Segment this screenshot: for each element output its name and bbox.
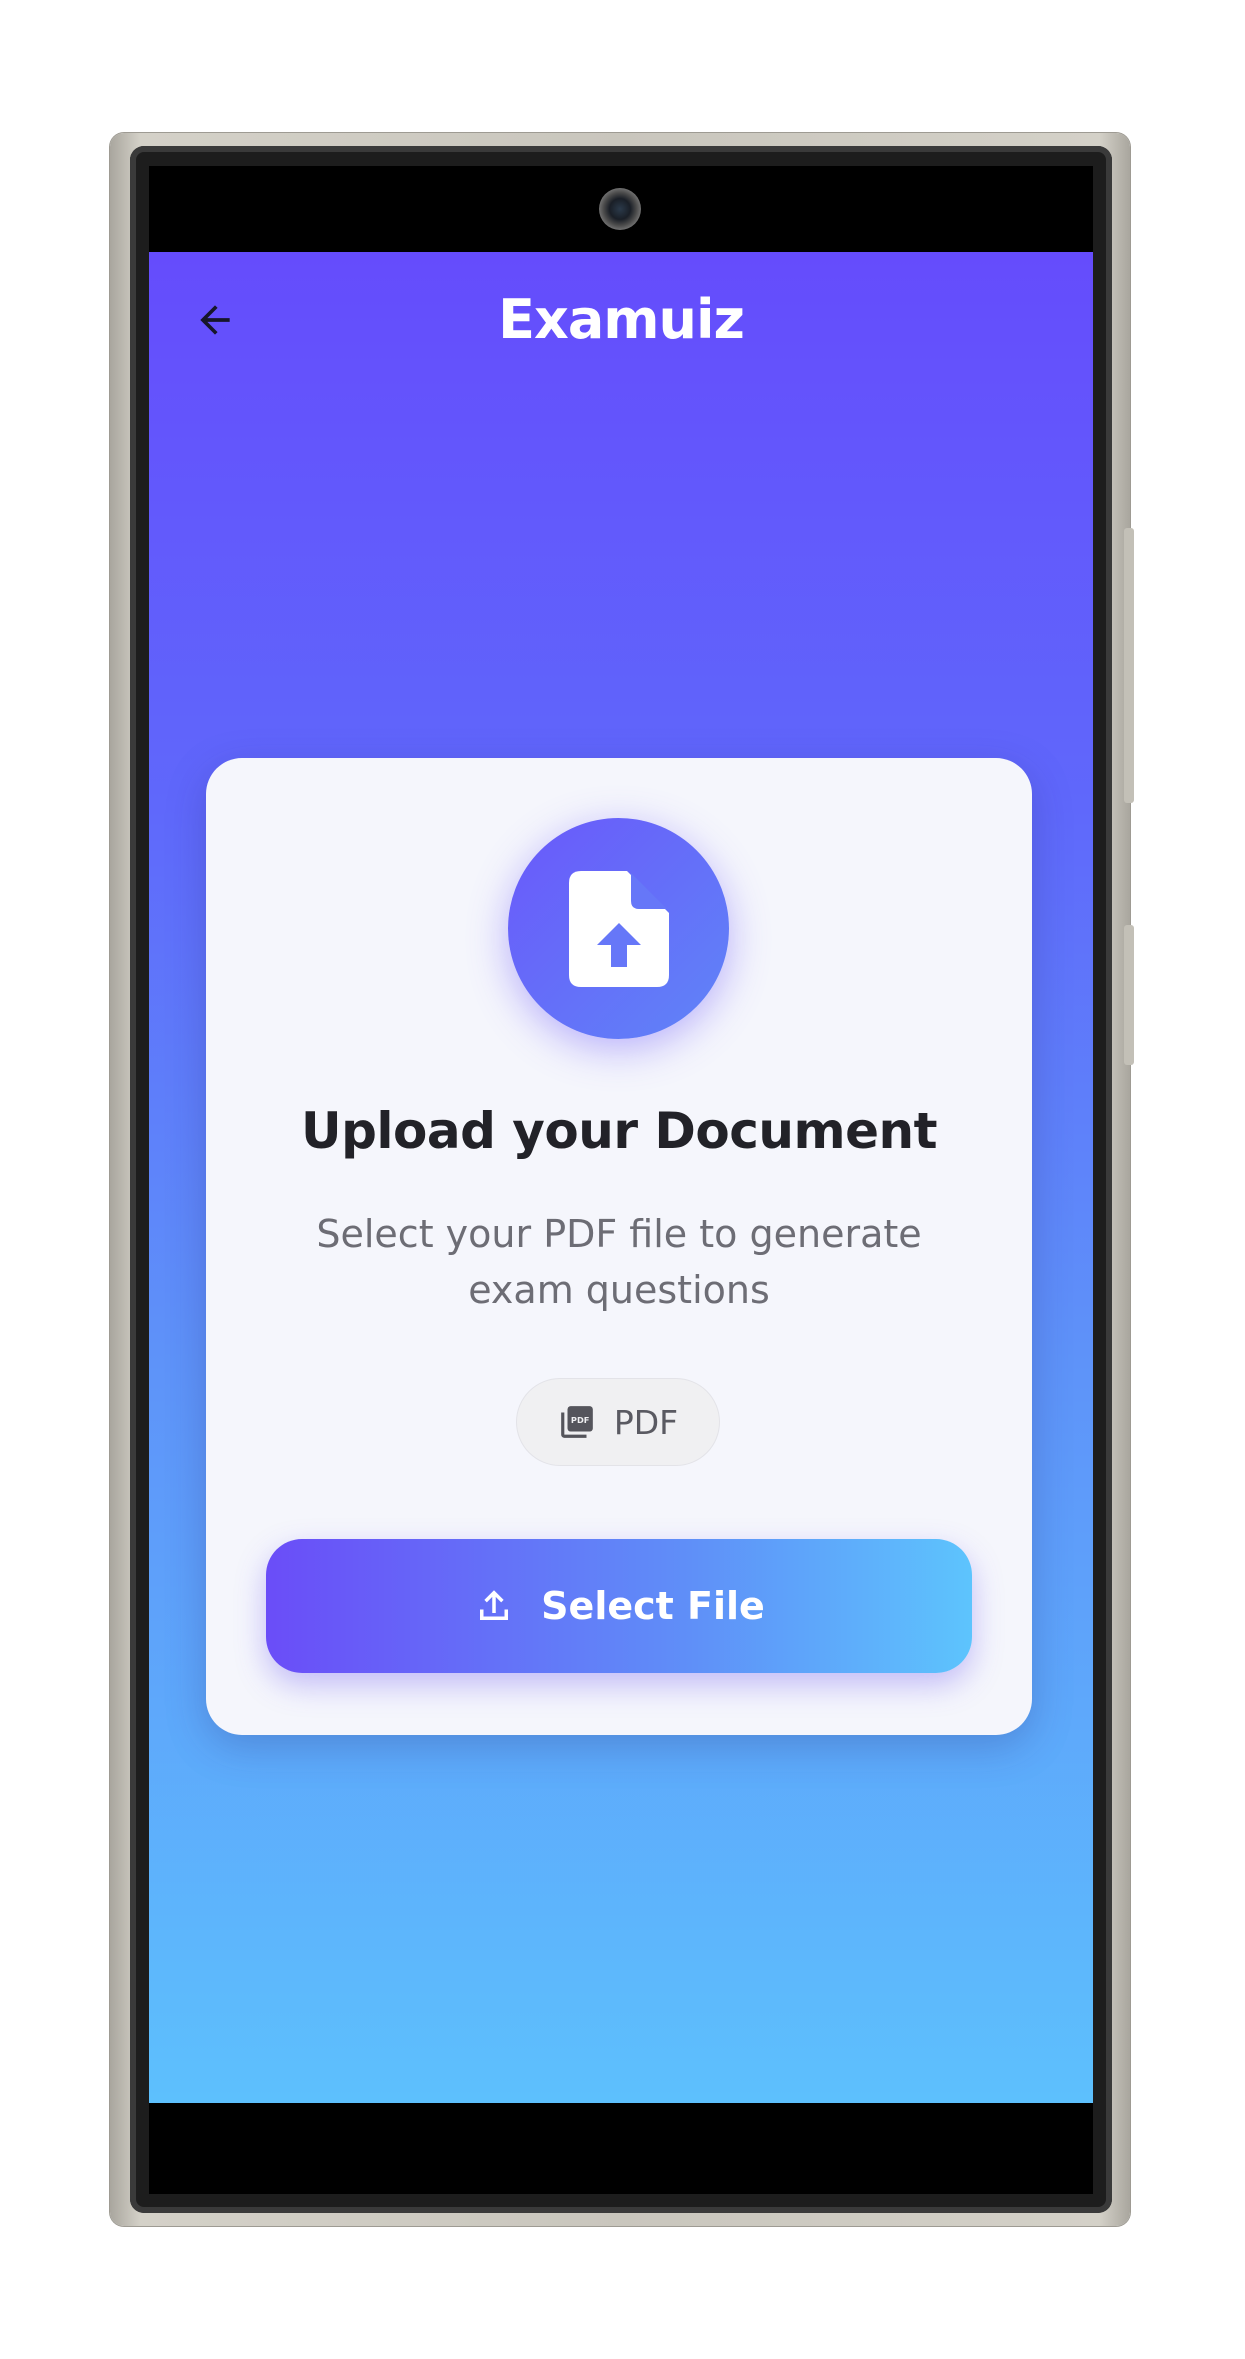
upload-badge [508, 818, 729, 1039]
upload-subtitle: Select your PDF file to generate exam qu… [316, 1212, 922, 1312]
select-file-label: Select File [541, 1584, 765, 1628]
file-type-label: PDF [613, 1402, 679, 1442]
app-screen: Examuiz Upload your Document Select your… [149, 252, 1093, 2103]
upload-title: Upload your Document [300, 1102, 938, 1160]
file-type-chip: PDF PDF [516, 1378, 720, 1466]
select-file-button[interactable]: Select File [266, 1539, 972, 1673]
file-upload-icon [568, 870, 669, 987]
front-camera [599, 188, 641, 230]
phone-screen: Examuiz Upload your Document Select your… [149, 166, 1093, 2194]
volume-button [1124, 925, 1134, 1065]
upload-icon [480, 1590, 509, 1620]
system-nav-bar [149, 2103, 1093, 2194]
power-button [1124, 528, 1134, 803]
status-bar [149, 166, 1093, 252]
app-title: Examuiz [498, 288, 745, 351]
pdf-icon: PDF [561, 1406, 593, 1438]
svg-text:PDF: PDF [571, 1415, 589, 1425]
device-mockup: Examuiz Upload your Document Select your… [0, 0, 1245, 2359]
upload-card: Upload your Document Select your PDF fil… [206, 758, 1032, 1735]
